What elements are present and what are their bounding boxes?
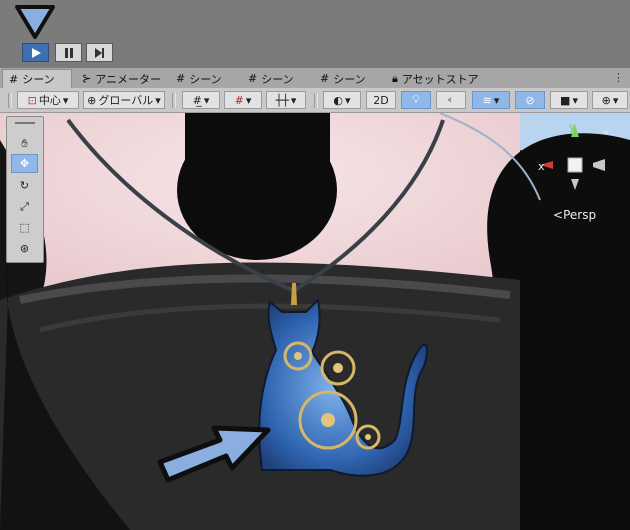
- chevron-down-icon: ▾: [345, 93, 351, 107]
- move-icon: ✥: [19, 157, 30, 170]
- grid-icon: #: [176, 72, 186, 85]
- scene-viewport[interactable]: [0, 113, 630, 530]
- space-dropdown[interactable]: ⊕ グローバル ▾: [83, 91, 165, 109]
- snap-icon: #: [234, 93, 244, 107]
- tab-label: シーン: [22, 73, 55, 86]
- projection-label[interactable]: <Persp: [553, 208, 596, 222]
- scale-icon: ⤢: [20, 199, 29, 213]
- tab-label: アセットストア: [401, 72, 479, 86]
- speaker-icon: 🔈︎: [447, 93, 455, 106]
- tab-scene-3[interactable]: # シーン: [242, 69, 300, 88]
- tab-label: シーン: [261, 72, 294, 86]
- visibility-toggle[interactable]: ⊘: [515, 91, 545, 109]
- gizmo-x-label: x: [538, 160, 545, 173]
- rotate-tool-button[interactable]: ↻: [11, 176, 38, 195]
- tab-label: シーン: [333, 72, 366, 86]
- drag-handle-icon[interactable]: [15, 122, 35, 124]
- grid-icon: #: [320, 72, 330, 85]
- menu-icon[interactable]: ⋮: [613, 71, 624, 84]
- pivot-label: 中心: [38, 94, 61, 107]
- step-button[interactable]: [86, 43, 113, 62]
- tab-label: シーン: [189, 72, 222, 86]
- tab-asset-store[interactable]: 🔒︎ アセットストア: [386, 69, 485, 88]
- lock-icon[interactable]: 🔒︎: [603, 126, 608, 137]
- hidden-eye-icon: ⊘: [525, 93, 535, 107]
- divider: [172, 93, 176, 108]
- grid-visibility-button[interactable]: ┼┼ ▾: [266, 91, 306, 109]
- space-label: グローバル: [98, 94, 154, 107]
- layers-icon: ≋: [482, 93, 492, 107]
- pause-icon: [64, 47, 73, 58]
- tab-label: アニメーター: [95, 72, 161, 86]
- transform-tool-button[interactable]: ⊛: [11, 239, 38, 258]
- tab-scene-1[interactable]: # シーン: [2, 69, 72, 88]
- play-button[interactable]: [22, 43, 49, 62]
- pivot-icon: ⊡: [27, 93, 37, 107]
- camera-icon: ■: [560, 93, 571, 107]
- chevron-down-icon: ▾: [155, 93, 161, 107]
- top-area: [0, 0, 630, 38]
- move-tool-button[interactable]: ✥: [11, 154, 38, 173]
- audio-toggle[interactable]: 🔈︎: [436, 91, 466, 109]
- camera-button[interactable]: ■ ▾: [550, 91, 588, 109]
- ruler-icon: ┼┼: [275, 93, 289, 107]
- divider: [8, 93, 12, 108]
- grid-icon: #: [248, 72, 258, 85]
- rect-tool-button[interactable]: ⬚: [11, 218, 38, 237]
- 2d-label: 2D: [373, 93, 389, 107]
- tab-animator[interactable]: ⊱ アニメーター: [76, 69, 167, 88]
- play-icon: [31, 47, 41, 58]
- chevron-down-icon: ▾: [62, 93, 69, 107]
- bag-icon: 🔒︎: [392, 71, 398, 85]
- pivot-dropdown[interactable]: ⊡ 中心 ▾: [17, 91, 79, 109]
- shading-mode-button[interactable]: ◐ ▾: [323, 91, 361, 109]
- lightbulb-icon: 💡︎: [412, 93, 420, 106]
- gizmo-icon: ⊕: [601, 93, 611, 107]
- window-tabs: # シーン ⊱ アニメーター # シーン # シーン # シーン 🔒︎ アセットストア ⋮: [0, 68, 630, 89]
- rect-icon: ⬚: [19, 221, 30, 234]
- animator-icon: ⊱: [82, 72, 92, 85]
- tab-scene-4[interactable]: # シーン: [314, 69, 372, 88]
- lighting-toggle[interactable]: 💡︎: [401, 91, 431, 109]
- scene-render: [0, 113, 630, 530]
- pause-button[interactable]: [55, 43, 82, 62]
- grid-snap-button[interactable]: #̲ ▾: [182, 91, 220, 109]
- scale-tool-button[interactable]: ⤢: [11, 197, 38, 216]
- hand-tool-button[interactable]: ✋︎: [11, 134, 38, 153]
- gizmos-button[interactable]: ⊕ ▾: [592, 91, 628, 109]
- chevron-down-icon: ▾: [493, 93, 500, 107]
- arrow-left-icon: <: [553, 208, 564, 222]
- chevron-down-icon: ▾: [612, 93, 619, 107]
- chevron-down-icon: ▾: [245, 93, 252, 107]
- chevron-down-icon: ▾: [572, 93, 578, 107]
- 2d-toggle[interactable]: 2D: [366, 91, 396, 109]
- effects-toggle[interactable]: ≋ ▾: [472, 91, 510, 109]
- callout-triangle: [15, 5, 55, 39]
- tab-scene-2[interactable]: # シーン: [170, 69, 228, 88]
- snap-increment-button[interactable]: # ▾: [224, 91, 262, 109]
- step-icon: [95, 47, 104, 58]
- scene-toolbar: ⊡ 中心 ▾ ⊕ グローバル ▾ #̲ ▾ # ▾ ┼┼ ▾ ◐ ▾ 2D 💡︎ 🔈︎ ≋ ▾ ⊘…: [0, 88, 630, 113]
- tool-palette: ✋︎ ✥ ↻ ⤢ ⬚ ⊛: [6, 116, 44, 263]
- globe-icon: ⊕: [87, 93, 97, 107]
- hand-icon: ✋︎: [21, 136, 28, 150]
- sphere-icon: ◐: [333, 93, 344, 107]
- overlay-handle[interactable]: [521, 121, 543, 124]
- divider: [314, 93, 318, 108]
- grid-icon: #: [9, 72, 19, 86]
- grid-snap-icon: #̲: [192, 93, 202, 107]
- rotate-icon: ↻: [19, 179, 30, 192]
- persp-text: Persp: [563, 208, 597, 222]
- chevron-down-icon: ▾: [290, 93, 297, 107]
- gizmo-y-label: y: [569, 120, 576, 133]
- transform-icon: ⊛: [19, 242, 30, 255]
- chevron-down-icon: ▾: [203, 93, 210, 107]
